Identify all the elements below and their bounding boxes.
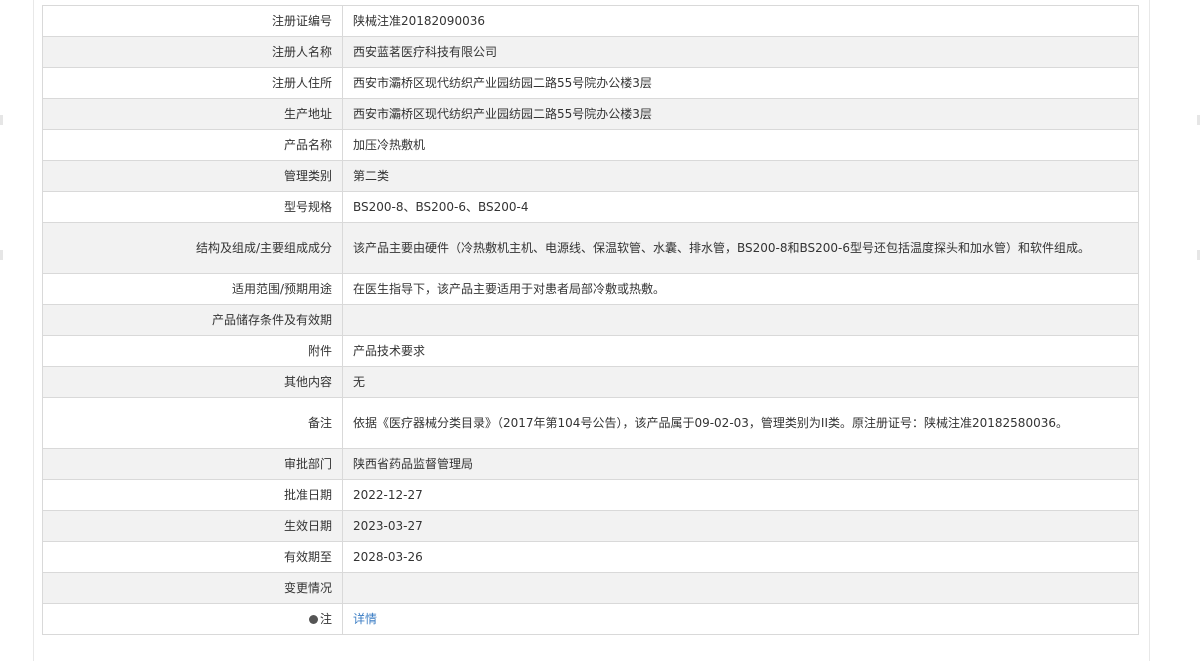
table-row: 产品名称 加压冷热敷机	[42, 129, 1139, 161]
edge-mark-left	[0, 115, 3, 125]
field-label-registrant-name: 注册人名称	[42, 36, 343, 68]
table-row: 产品储存条件及有效期	[42, 304, 1139, 336]
field-value-registrant-address: 西安市灞桥区现代纺织产业园纺园二路55号院办公楼3层	[342, 67, 1139, 99]
field-value-structure-composition: 该产品主要由硬件（冷热敷机主机、电源线、保温软管、水囊、排水管，BS200-8和…	[342, 222, 1139, 274]
edge-mark-left-2	[0, 250, 3, 260]
field-label-other-content: 其他内容	[42, 366, 343, 398]
field-value-storage-validity	[342, 304, 1139, 336]
field-value-attachment: 产品技术要求	[342, 335, 1139, 367]
field-label-approval-department: 审批部门	[42, 448, 343, 480]
field-value-effective-date: 2023-03-27	[342, 510, 1139, 542]
field-label-valid-until: 有效期至	[42, 541, 343, 573]
field-value-product-name: 加压冷热敷机	[342, 129, 1139, 161]
table-row: 型号规格 BS200-8、BS200-6、BS200-4	[42, 191, 1139, 223]
field-value-registrant-name: 西安蓝茗医疗科技有限公司	[342, 36, 1139, 68]
details-link[interactable]: 详情	[353, 612, 377, 626]
field-value-production-address: 西安市灞桥区现代纺织产业园纺园二路55号院办公楼3层	[342, 98, 1139, 130]
field-value-change-status	[342, 572, 1139, 604]
field-label-registrant-address: 注册人住所	[42, 67, 343, 99]
field-value-other-content: 无	[342, 366, 1139, 398]
field-label-change-status: 变更情况	[42, 572, 343, 604]
field-value-remarks: 依据《医疗器械分类目录》（2017年第104号公告），该产品属于09-02-03…	[342, 397, 1139, 449]
field-label-note: 注	[42, 603, 343, 635]
field-value-registration-number: 陕械注准20182090036	[342, 5, 1139, 37]
field-value-approval-date: 2022-12-27	[342, 479, 1139, 511]
field-value-note: 详情	[342, 603, 1139, 635]
field-value-valid-until: 2028-03-26	[342, 541, 1139, 573]
table-row: 生产地址 西安市灞桥区现代纺织产业园纺园二路55号院办公楼3层	[42, 98, 1139, 130]
field-label-production-address: 生产地址	[42, 98, 343, 130]
field-label-approval-date: 批准日期	[42, 479, 343, 511]
table-row: 附件 产品技术要求	[42, 335, 1139, 367]
field-label-intended-use: 适用范围/预期用途	[42, 273, 343, 305]
table-row: 有效期至 2028-03-26	[42, 541, 1139, 573]
field-label-structure-composition: 结构及组成/主要组成成分	[42, 222, 343, 274]
field-label-management-category: 管理类别	[42, 160, 343, 192]
table-row: 注 详情	[42, 603, 1139, 635]
table-row: 审批部门 陕西省药品监督管理局	[42, 448, 1139, 480]
field-value-intended-use: 在医生指导下，该产品主要适用于对患者局部冷敷或热敷。	[342, 273, 1139, 305]
note-label: 注	[319, 612, 332, 626]
field-label-storage-validity: 产品储存条件及有效期	[42, 304, 343, 336]
field-label-remarks: 备注	[42, 397, 343, 449]
table-row: 其他内容 无	[42, 366, 1139, 398]
field-label-attachment: 附件	[42, 335, 343, 367]
pin-icon	[308, 615, 318, 624]
table-row: 适用范围/预期用途 在医生指导下，该产品主要适用于对患者局部冷敷或热敷。	[42, 273, 1139, 305]
field-value-management-category: 第二类	[342, 160, 1139, 192]
field-label-effective-date: 生效日期	[42, 510, 343, 542]
field-label-model-spec: 型号规格	[42, 191, 343, 223]
registration-record-table: 注册证编号 陕械注准20182090036 注册人名称 西安蓝茗医疗科技有限公司…	[42, 5, 1139, 635]
table-row: 变更情况	[42, 572, 1139, 604]
table-row: 批准日期 2022-12-27	[42, 479, 1139, 511]
table-row: 管理类别 第二类	[42, 160, 1139, 192]
field-value-approval-department: 陕西省药品监督管理局	[342, 448, 1139, 480]
table-row: 注册人住所 西安市灞桥区现代纺织产业园纺园二路55号院办公楼3层	[42, 67, 1139, 99]
table-row: 结构及组成/主要组成成分 该产品主要由硬件（冷热敷机主机、电源线、保温软管、水囊…	[42, 222, 1139, 274]
field-value-model-spec: BS200-8、BS200-6、BS200-4	[342, 191, 1139, 223]
table-row: 备注 依据《医疗器械分类目录》（2017年第104号公告），该产品属于09-02…	[42, 397, 1139, 449]
table-row: 生效日期 2023-03-27	[42, 510, 1139, 542]
field-label-product-name: 产品名称	[42, 129, 343, 161]
table-row: 注册证编号 陕械注准20182090036	[42, 5, 1139, 37]
field-label-registration-number: 注册证编号	[42, 5, 343, 37]
table-row: 注册人名称 西安蓝茗医疗科技有限公司	[42, 36, 1139, 68]
